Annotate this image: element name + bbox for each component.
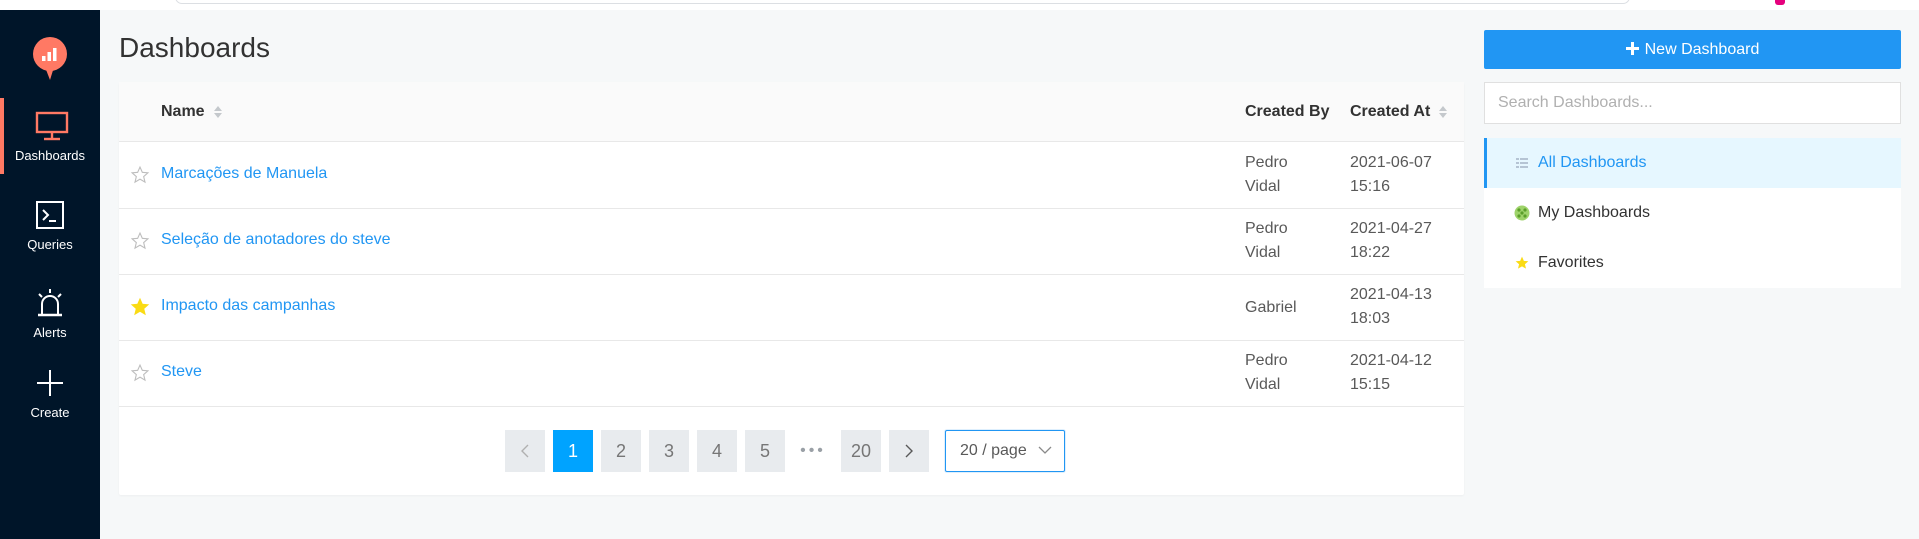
new-dashboard-button[interactable]: New Dashboard	[1484, 30, 1901, 69]
page-title: Dashboards	[119, 32, 270, 63]
sidebar-item-queries[interactable]: Queries	[0, 187, 100, 263]
created-date: 2021-04-12	[1350, 352, 1432, 369]
star-filled-icon[interactable]	[130, 297, 150, 317]
created-by-line: Pedro	[1245, 220, 1288, 237]
created-by-line: Gabriel	[1245, 299, 1297, 316]
created-at: 2021-04-12 15:15	[1350, 349, 1432, 397]
sort-icon	[213, 106, 222, 118]
created-date: 2021-04-13	[1350, 286, 1432, 303]
created-time: 15:16	[1350, 178, 1391, 195]
page-button-5[interactable]: 5	[745, 430, 785, 472]
column-label: Created At	[1350, 103, 1431, 120]
created-by-line: Pedro	[1245, 154, 1288, 171]
sidebar-item-label: Create	[30, 405, 70, 420]
dashboard-link[interactable]: Impacto das campanhas	[161, 297, 335, 315]
menu-item-my-dashboards[interactable]: My Dashboards	[1484, 188, 1901, 238]
created-at: 2021-04-27 18:22	[1350, 217, 1432, 265]
star-icon	[1514, 255, 1530, 271]
monitor-icon	[34, 108, 70, 144]
browser-indicator	[1775, 0, 1785, 5]
created-by-line: Vidal	[1245, 244, 1281, 261]
address-bar[interactable]	[175, 0, 1630, 4]
column-header-created-by: Created By	[1245, 103, 1329, 121]
page-size-select[interactable]: 20 / page	[945, 430, 1065, 472]
sidebar-item-label: Alerts	[33, 325, 67, 340]
column-header-created-at[interactable]: Created At	[1350, 103, 1448, 121]
page-button-1[interactable]: 1	[553, 430, 593, 472]
plus-icon	[32, 365, 68, 401]
sidebar-item-alerts[interactable]: Alerts	[0, 275, 100, 351]
menu-item-label: My Dashboards	[1538, 204, 1651, 221]
created-by: Pedro Vidal	[1245, 349, 1288, 397]
menu-item-label: Favorites	[1538, 254, 1604, 271]
column-label: Name	[161, 103, 205, 120]
sidebar-item-create[interactable]: Create	[0, 355, 100, 431]
terminal-icon	[32, 197, 68, 233]
alarm-icon	[32, 285, 68, 321]
sidebar-item-dashboards[interactable]: Dashboards	[0, 98, 100, 174]
redash-logo[interactable]	[32, 36, 68, 82]
page-button-last[interactable]: 20	[841, 430, 881, 472]
created-by-line: Pedro	[1245, 352, 1288, 369]
dashboard-link[interactable]: Steve	[161, 363, 202, 381]
chevron-left-icon	[521, 444, 529, 458]
page-size-value: 20 / page	[960, 442, 1027, 459]
page-button-2[interactable]: 2	[601, 430, 641, 472]
table-header: Name Created By Created At	[119, 82, 1464, 142]
page-ellipsis[interactable]: •••	[793, 430, 833, 472]
created-time: 18:03	[1350, 310, 1391, 327]
column-label: Created By	[1245, 103, 1330, 120]
menu-item-label: All Dashboards	[1538, 154, 1647, 171]
chevron-down-icon	[1038, 446, 1052, 454]
created-at: 2021-06-07 15:16	[1350, 151, 1432, 199]
column-header-name[interactable]: Name	[161, 103, 222, 121]
dashboard-filter-menu: All Dashboards My Dashboards Favorites	[1484, 138, 1901, 288]
browser-top-strip	[0, 0, 1919, 10]
page-button-3[interactable]: 3	[649, 430, 689, 472]
star-outline-icon[interactable]	[130, 231, 150, 251]
table-row[interactable]: Seleção de anotadores do steve Pedro Vid…	[119, 209, 1464, 275]
prev-page-button[interactable]	[505, 430, 545, 472]
sidebar-item-label: Queries	[27, 237, 73, 252]
plus-icon	[1625, 39, 1639, 60]
table-row[interactable]: Impacto das campanhas Gabriel 2021-04-13…	[119, 275, 1464, 341]
created-time: 15:15	[1350, 376, 1391, 393]
new-dashboard-label: New Dashboard	[1644, 40, 1760, 58]
search-dashboards-input[interactable]	[1484, 82, 1901, 124]
star-outline-icon[interactable]	[130, 363, 150, 383]
dashboard-link[interactable]: Seleção de anotadores do steve	[161, 231, 391, 249]
pagination: 1 2 3 4 5 ••• 20	[505, 430, 937, 472]
sort-icon	[1439, 106, 1448, 118]
user-avatar-icon	[1514, 205, 1530, 221]
created-by: Pedro Vidal	[1245, 151, 1288, 199]
created-at: 2021-04-13 18:03	[1350, 283, 1432, 331]
table-row[interactable]: Marcações de Manuela Pedro Vidal 2021-06…	[119, 143, 1464, 209]
chevron-right-icon	[905, 444, 913, 458]
menu-item-all-dashboards[interactable]: All Dashboards	[1484, 138, 1901, 188]
created-by: Pedro Vidal	[1245, 217, 1288, 265]
sidebar-item-label: Dashboards	[14, 148, 86, 163]
created-time: 18:22	[1350, 244, 1391, 261]
list-icon	[1514, 155, 1530, 171]
created-by: Gabriel	[1245, 296, 1297, 320]
dashboards-table: Name Created By Created At Marcações de …	[119, 82, 1464, 495]
sidebar: Dashboards Queries Alerts Create	[0, 10, 100, 539]
star-outline-icon[interactable]	[130, 165, 150, 185]
menu-item-favorites[interactable]: Favorites	[1484, 238, 1901, 288]
page-button-4[interactable]: 4	[697, 430, 737, 472]
created-by-line: Vidal	[1245, 178, 1281, 195]
table-row[interactable]: Steve Pedro Vidal 2021-04-12 15:15	[119, 341, 1464, 407]
created-date: 2021-06-07	[1350, 154, 1432, 171]
next-page-button[interactable]	[889, 430, 929, 472]
created-by-line: Vidal	[1245, 376, 1281, 393]
dashboard-link[interactable]: Marcações de Manuela	[161, 165, 327, 183]
created-date: 2021-04-27	[1350, 220, 1432, 237]
